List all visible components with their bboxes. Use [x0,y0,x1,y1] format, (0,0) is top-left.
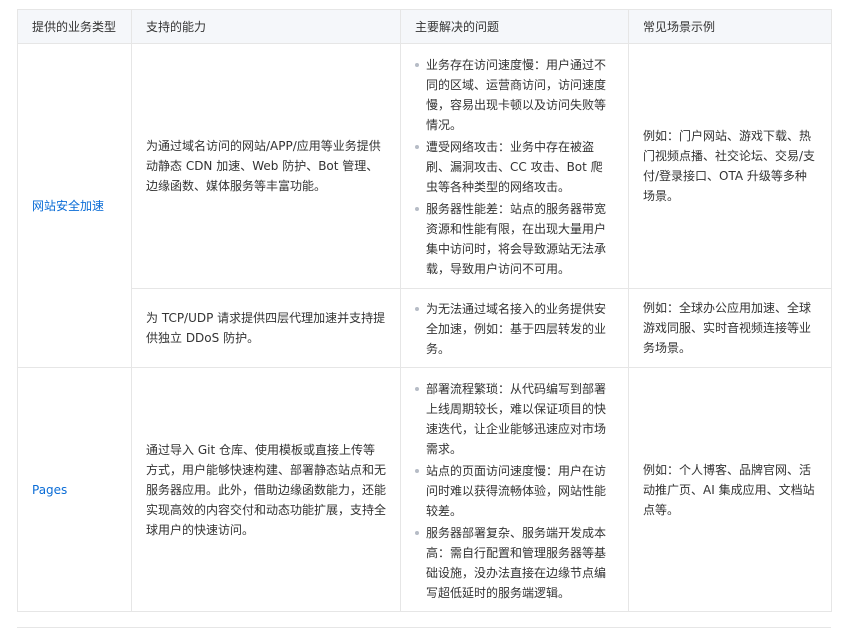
abilities-cell: 为通过域名访问的网站/APP/应用等业务提供动静态 CDN 加速、Web 防护、… [131,43,401,289]
list-item: 站点的页面访问速度慢：用户在访问时难以获得流畅体验，网站性能较差。 [415,461,614,521]
list-item: 服务器性能差：站点的服务器带宽资源和性能有限，在出现大量用户集中访问时，将会导致… [415,199,614,279]
problem-text: 为无法通过域名接入的业务提供安全加速，例如：基于四层转发的业务。 [426,302,607,356]
bullet-icon [415,307,419,311]
list-item: 业务存在访问速度慢：用户通过不同的区域、运营商访问，访问速度慢，容易出现卡顿以及… [415,55,614,135]
business-type-table: 提供的业务类型 支持的能力 主要解决的问题 常见场景示例 网站安全加速 为通过域… [17,9,832,612]
bullet-icon [415,468,419,473]
problem-text: 部署流程繁琐：从代码编写到部署上线周期较长，难以保证项目的快速迭代，让企业能够迅… [426,381,607,456]
list-item: 部署流程繁琐：从代码编写到部署上线周期较长，难以保证项目的快速迭代，让企业能够迅… [415,379,614,459]
bullet-icon [415,386,419,391]
problems-list: 为无法通过域名接入的业务提供安全加速，例如：基于四层转发的业务。 [415,299,614,359]
business-type-table-wrapper: 提供的业务类型 支持的能力 主要解决的问题 常见场景示例 网站安全加速 为通过域… [17,9,832,612]
table-header-row: 提供的业务类型 支持的能力 主要解决的问题 常见场景示例 [17,9,832,44]
bullet-icon [415,145,419,149]
scenarios-cell: 例如：个人博客、品牌官网、活动推广页、AI 集成应用、文档站点等。 [628,367,832,612]
table-row: 网站安全加速 为通过域名访问的网站/APP/应用等业务提供动静态 CDN 加速、… [17,43,832,368]
list-item: 遭受网络攻击：业务中存在被盗刷、漏洞攻击、CC 攻击、Bot 爬虫等各种类型的网… [415,137,614,197]
abilities-cell: 为 TCP/UDP 请求提供四层代理加速并支持提供独立 DDoS 防护。 [131,288,401,368]
list-item: 为无法通过域名接入的业务提供安全加速，例如：基于四层转发的业务。 [415,299,614,359]
bullet-icon [415,207,419,211]
problem-text: 服务器部署复杂、服务端开发成本高：需自行配置和管理服务器等基础设施，没办法直接在… [426,525,607,600]
problems-cell: 为无法通过域名接入的业务提供安全加速，例如：基于四层转发的业务。 [400,288,629,368]
scenarios-cell: 例如：门户网站、游戏下载、热门视频点播、社交论坛、交易/支付/登录接口、OTA … [628,43,832,289]
problems-cell: 部署流程繁琐：从代码编写到部署上线周期较长，难以保证项目的快速迭代，让企业能够迅… [400,367,629,612]
problems-list: 业务存在访问速度慢：用户通过不同的区域、运营商访问，访问速度慢，容易出现卡顿以及… [415,55,614,279]
problem-text: 遭受网络攻击：业务中存在被盗刷、漏洞攻击、CC 攻击、Bot 爬虫等各种类型的网… [426,140,603,194]
header-abilities: 支持的能力 [131,9,401,44]
scenarios-cell: 例如：全球办公应用加速、全球游戏同服、实时音视频连接等业务场景。 [628,288,832,368]
business-type-cell: Pages [17,367,132,612]
list-item: 服务器部署复杂、服务端开发成本高：需自行配置和管理服务器等基础设施，没办法直接在… [415,523,614,603]
problems-list: 部署流程繁琐：从代码编写到部署上线周期较长，难以保证项目的快速迭代，让企业能够迅… [415,379,614,603]
table-row: 为 TCP/UDP 请求提供四层代理加速并支持提供独立 DDoS 防护。 为无法… [18,288,832,368]
problem-text: 站点的页面访问速度慢：用户在访问时难以获得流畅体验，网站性能较差。 [426,463,607,518]
abilities-cell: 通过导入 Git 仓库、使用模板或直接上传等方式，用户能够快速构建、部署静态站点… [131,367,401,612]
business-type-cell: 网站安全加速 [17,43,132,368]
header-scenarios: 常见场景示例 [628,9,832,44]
table-row: Pages 通过导入 Git 仓库、使用模板或直接上传等方式，用户能够快速构建、… [17,367,832,612]
header-problems: 主要解决的问题 [400,9,629,44]
problems-cell: 业务存在访问速度慢：用户通过不同的区域、运营商访问，访问速度慢，容易出现卡顿以及… [400,43,629,289]
problem-text: 服务器性能差：站点的服务器带宽资源和性能有限，在出现大量用户集中访问时，将会导致… [426,202,607,276]
bullet-icon [415,63,419,67]
header-business-type: 提供的业务类型 [17,9,132,44]
problem-text: 业务存在访问速度慢：用户通过不同的区域、运营商访问，访问速度慢，容易出现卡顿以及… [426,58,607,132]
bullet-icon [415,530,419,535]
